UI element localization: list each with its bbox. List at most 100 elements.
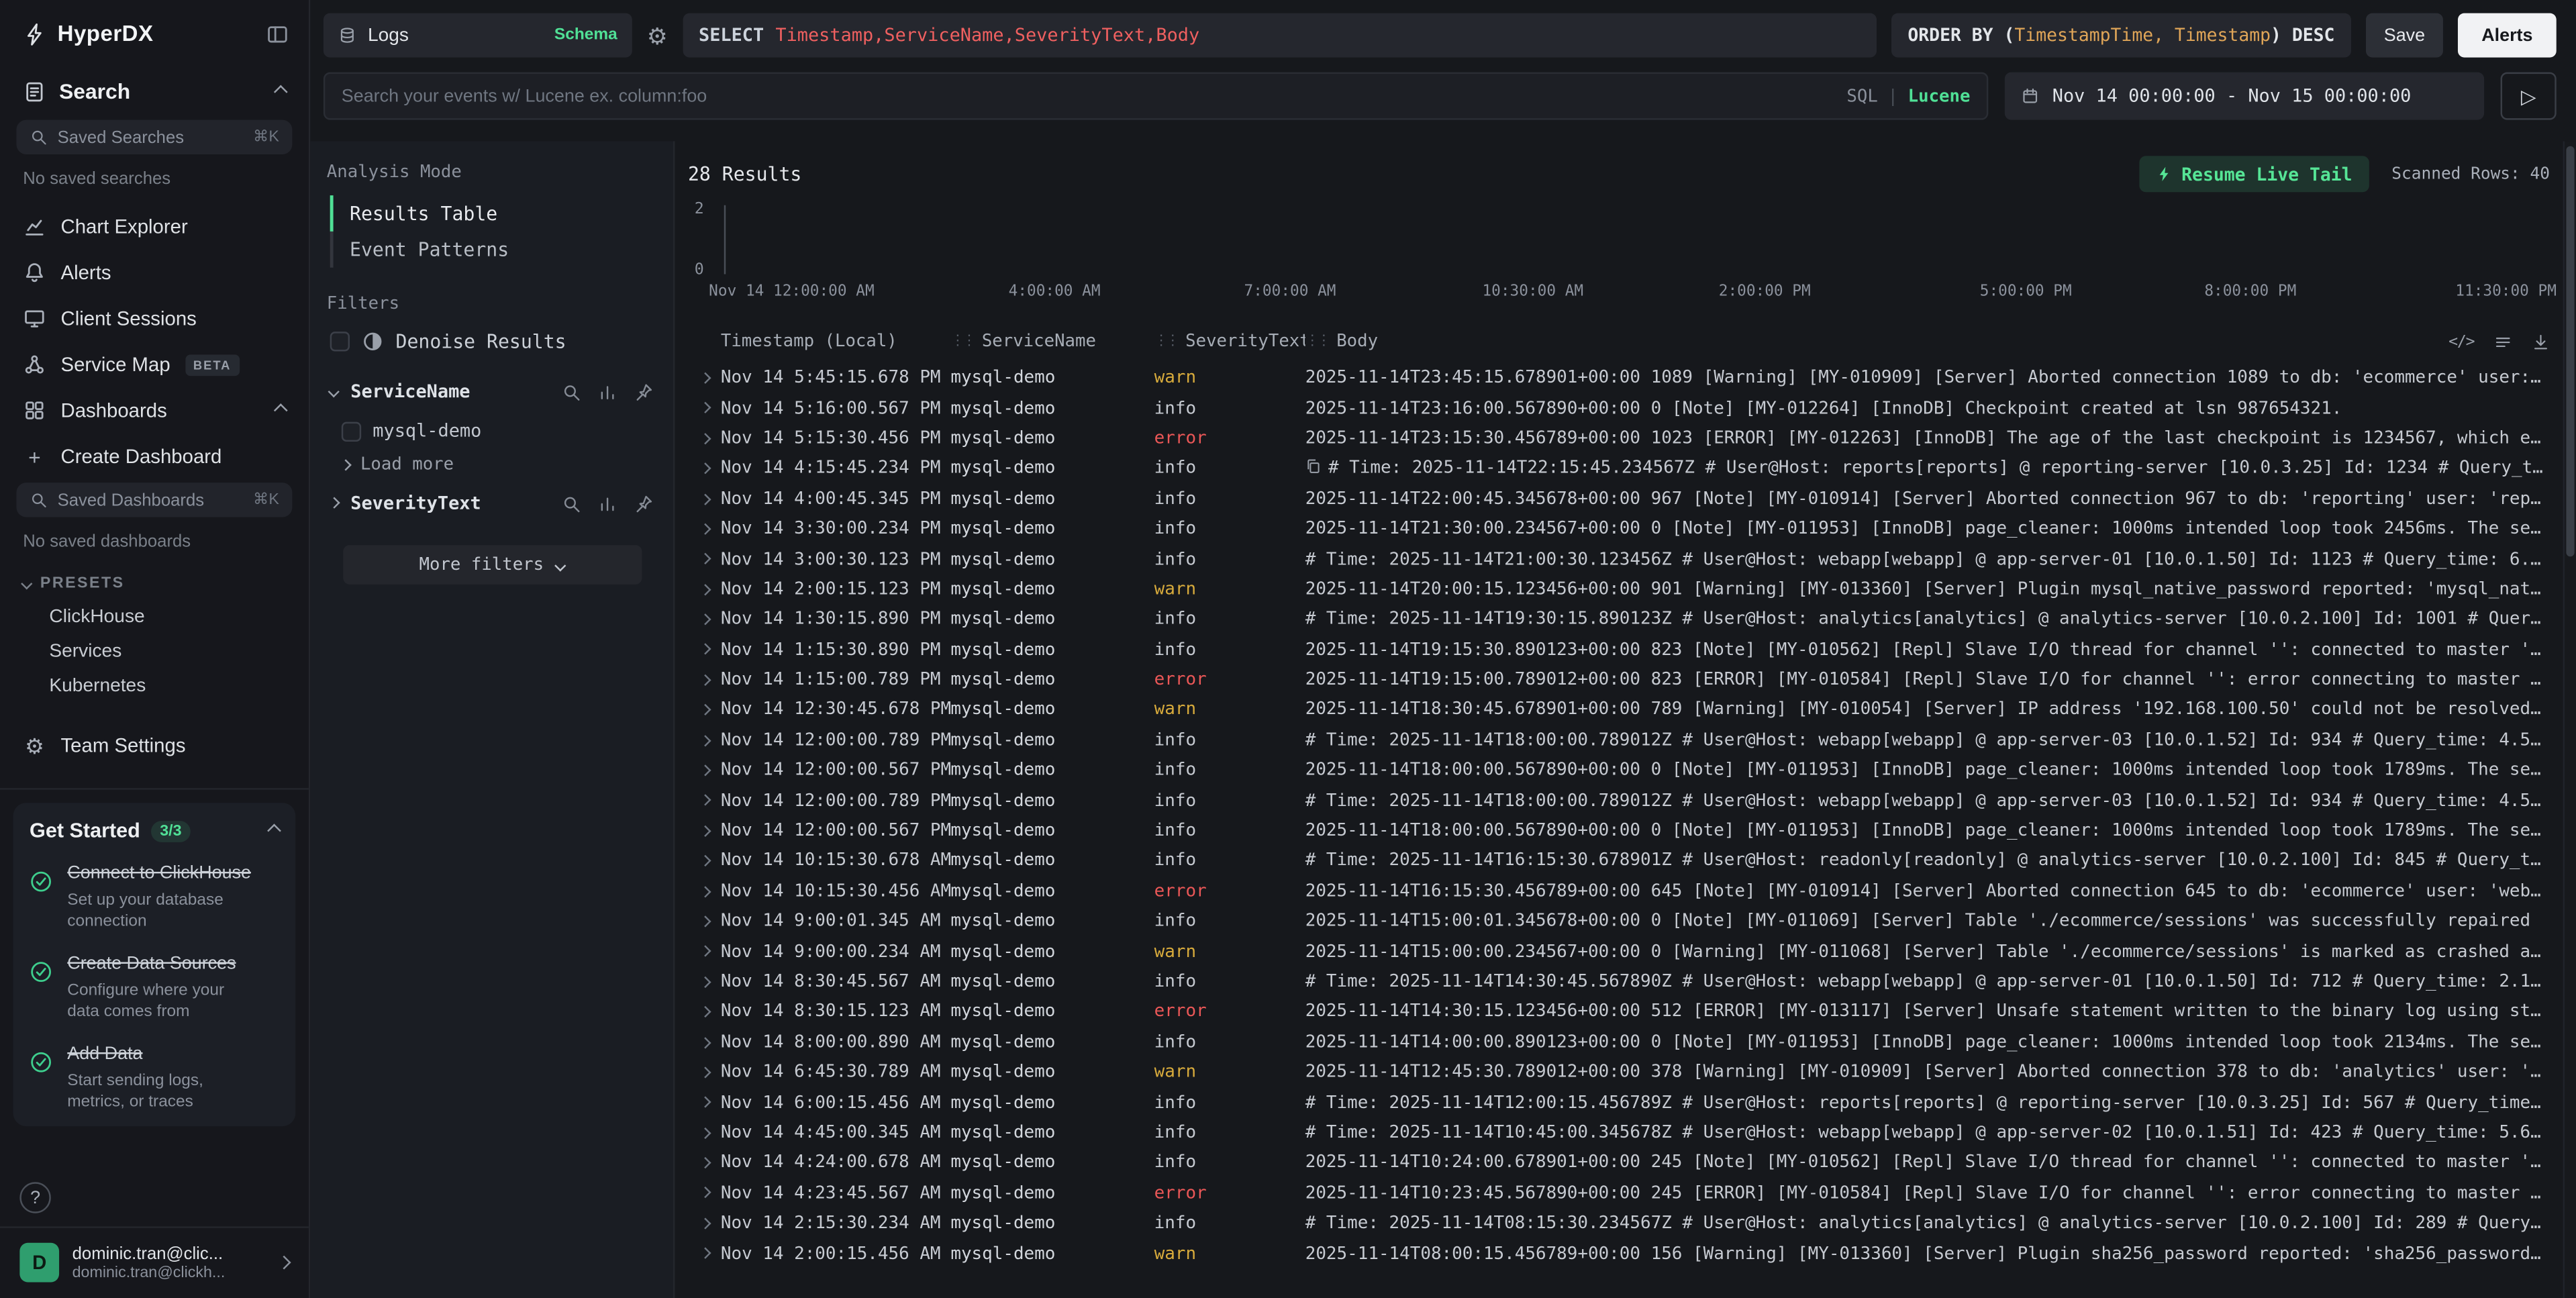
presets-toggle[interactable]: PRESETS [0,558,309,599]
create-dashboard-button[interactable]: + Create Dashboard [0,434,309,479]
table-row[interactable]: Nov 14 2:00:15.123 PM mysql-demo warn 20… [688,575,2550,605]
code-view-icon[interactable]: </> [2448,332,2474,350]
gear-icon[interactable]: ⚙ [647,23,668,46]
table-row[interactable]: Nov 14 10:15:30.678 AM mysql-demo info #… [688,846,2550,876]
get-started-item-sources[interactable]: Create Data Sources Configure where your… [30,952,279,1022]
expand-row-icon[interactable] [688,857,721,864]
expand-row-icon[interactable] [688,465,721,472]
column-header-servicename[interactable]: ⋮⋮ServiceName [950,332,1154,351]
sidebar-item-dashboards[interactable]: Dashboards [0,387,309,433]
mode-lucene-toggle[interactable]: Lucene [1908,86,1971,105]
table-row[interactable]: Nov 14 3:30:00.234 PM mysql-demo info 20… [688,514,2550,544]
table-row[interactable]: Nov 14 6:45:30.789 AM mysql-demo warn 20… [688,1057,2550,1087]
table-row[interactable]: Nov 14 9:00:01.345 AM mysql-demo info 20… [688,906,2550,936]
denoise-results-toggle[interactable]: Denoise Results [330,330,657,353]
table-row[interactable]: Nov 14 5:15:30.456 PM mysql-demo error 2… [688,423,2550,454]
expand-row-icon[interactable] [688,615,721,623]
alerts-button[interactable]: Alerts [2458,13,2557,58]
load-more-button[interactable]: Load more [327,448,657,481]
filter-group-severitytext[interactable]: SeverityText [327,481,657,526]
copy-icon[interactable] [1305,458,1322,479]
expand-row-icon[interactable] [688,706,721,713]
expand-row-icon[interactable] [688,405,721,412]
expand-row-icon[interactable] [688,1219,721,1227]
sidebar-item-service-map[interactable]: Service Map BETA [0,342,309,387]
mode-event-patterns[interactable]: Event Patterns [330,232,657,268]
expand-row-icon[interactable] [688,766,721,774]
sidebar-item-team-settings[interactable]: ⚙ Team Settings [0,722,309,768]
saved-dashboards-input[interactable]: Saved Dashboards ⌘K [16,483,292,517]
table-row[interactable]: Nov 14 2:15:30.234 AM mysql-demo info # … [688,1208,2550,1238]
expand-row-icon[interactable] [688,1129,721,1136]
table-row[interactable]: Nov 14 8:00:00.890 AM mysql-demo info 20… [688,1027,2550,1057]
time-range-picker[interactable]: Nov 14 00:00:00 - Nov 15 00:00:00 [2005,72,2484,120]
filter-group-servicename[interactable]: ServiceName [327,369,657,413]
sidebar-item-search[interactable]: Search [0,59,309,117]
sidebar-item-alerts[interactable]: Alerts [0,250,309,295]
table-row[interactable]: Nov 14 1:15:00.789 PM mysql-demo error 2… [688,664,2550,695]
expand-row-icon[interactable] [688,1068,721,1076]
saved-searches-input[interactable]: Saved Searches ⌘K [16,120,292,154]
expand-row-icon[interactable] [688,375,721,382]
table-row[interactable]: Nov 14 6:00:15.456 AM mysql-demo info # … [688,1087,2550,1117]
table-row[interactable]: Nov 14 2:00:15.456 AM mysql-demo warn 20… [688,1238,2550,1268]
expand-row-icon[interactable] [688,1189,721,1197]
filter-option-mysql-demo[interactable]: mysql-demo [327,413,657,448]
table-row[interactable]: Nov 14 9:00:00.234 AM mysql-demo warn 20… [688,936,2550,966]
sidebar-item-client-sessions[interactable]: Client Sessions [0,295,309,341]
table-row[interactable]: Nov 14 10:15:30.456 AM mysql-demo error … [688,876,2550,906]
drag-handle-icon[interactable]: ⋮⋮ [1154,334,1177,350]
table-row[interactable]: Nov 14 4:15:45.234 PM mysql-demo info # … [688,454,2550,484]
expand-row-icon[interactable] [688,1038,721,1046]
expand-row-icon[interactable] [688,1099,721,1106]
expand-row-icon[interactable] [688,1159,721,1166]
table-row[interactable]: Nov 14 4:45:00.345 AM mysql-demo info # … [688,1117,2550,1148]
table-row[interactable]: Nov 14 4:24:00.678 AM mysql-demo info 20… [688,1148,2550,1178]
table-row[interactable]: Nov 14 1:30:15.890 PM mysql-demo info # … [688,605,2550,635]
table-settings-icon[interactable] [2494,332,2512,350]
column-header-timestamp[interactable]: Timestamp (Local) [721,332,950,351]
expand-row-icon[interactable] [688,1008,721,1015]
table-row[interactable]: Nov 14 4:00:45.345 PM mysql-demo info 20… [688,484,2550,514]
download-icon[interactable] [2532,332,2550,350]
save-button[interactable]: Save [2366,13,2443,58]
expand-row-icon[interactable] [688,1250,721,1257]
order-by-input[interactable]: ORDER BY ( TimestampTime, Timestamp ) DE… [1891,13,2351,58]
drag-handle-icon[interactable]: ⋮⋮ [1305,334,1328,350]
expand-row-icon[interactable] [688,495,721,503]
collapse-sidebar-icon[interactable] [266,22,289,45]
table-row[interactable]: Nov 14 5:45:15.678 PM mysql-demo warn 20… [688,363,2550,393]
chevron-up-icon[interactable] [274,84,288,98]
help-button[interactable]: ? [19,1182,50,1213]
table-row[interactable]: Nov 14 3:00:30.123 PM mysql-demo info # … [688,544,2550,575]
expand-row-icon[interactable] [688,948,721,955]
run-query-button[interactable]: ▷ [2501,72,2557,120]
expand-row-icon[interactable] [688,435,721,442]
expand-row-icon[interactable] [688,556,721,563]
table-row[interactable]: Nov 14 12:00:00.789 PM mysql-demo info #… [688,725,2550,755]
more-filters-button[interactable]: More filters [342,545,641,585]
get-started-item-add-data[interactable]: Add Data Start sending logs, metrics, or… [30,1042,279,1113]
table-row[interactable]: Nov 14 12:00:00.789 PM mysql-demo info #… [688,785,2550,815]
expand-row-icon[interactable] [688,736,721,744]
source-select[interactable]: Logs Schema [324,13,632,58]
drag-handle-icon[interactable]: ⋮⋮ [950,334,973,350]
expand-row-icon[interactable] [688,526,721,533]
table-row[interactable]: Nov 14 12:30:45.678 PM mysql-demo warn 2… [688,695,2550,725]
bar-chart-icon[interactable] [597,382,617,401]
table-row[interactable]: Nov 14 4:23:45.567 AM mysql-demo error 2… [688,1178,2550,1208]
sql-select-input[interactable]: SELECT Timestamp,ServiceName,SeverityTex… [683,13,1877,58]
table-row[interactable]: Nov 14 1:15:30.890 PM mysql-demo info 20… [688,634,2550,664]
filter-checkbox[interactable] [342,421,361,440]
vertical-scrollbar[interactable] [2563,141,2576,1298]
expand-row-icon[interactable] [688,827,721,834]
schema-badge[interactable]: Schema [554,26,617,44]
preset-clickhouse[interactable]: ClickHouse [0,599,309,634]
table-row[interactable]: Nov 14 8:30:15.123 AM mysql-demo error 2… [688,997,2550,1027]
expand-row-icon[interactable] [688,887,721,895]
table-row[interactable]: Nov 14 12:00:00.567 PM mysql-demo info 2… [688,755,2550,785]
pin-icon[interactable] [634,382,653,401]
column-header-severitytext[interactable]: ⋮⋮SeverityText [1154,332,1305,351]
get-started-item-connect[interactable]: Connect to ClickHouse Set up your databa… [30,862,279,932]
column-header-body[interactable]: ⋮⋮Body [1305,332,2550,351]
